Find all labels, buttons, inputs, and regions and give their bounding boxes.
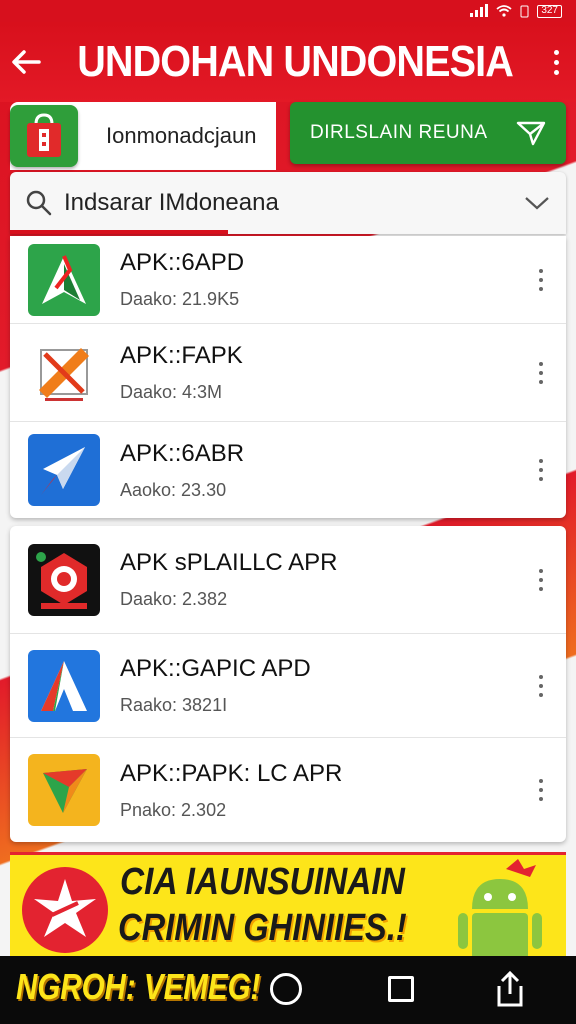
item-menu-button[interactable] [516, 674, 566, 697]
android-robot-icon [458, 859, 542, 956]
app-name: APK::FAPK [120, 342, 243, 369]
list-item[interactable]: APK::6ABR Aaoko: 23.30 [10, 422, 566, 518]
tab-download[interactable]: DIRLSLAIN REUNA [290, 102, 566, 164]
page-title: UNDOHAN UNDONESIA [76, 37, 514, 86]
app-meta: Aaoko: 23.30 [120, 479, 227, 500]
more-vert-icon [539, 779, 543, 801]
list-item[interactable]: APK::GAPIC APD Raako: 3821I [10, 634, 566, 738]
app-name: APK::6APD [120, 249, 245, 276]
share-icon[interactable] [494, 970, 526, 1008]
app-name: APK::GAPIC APD [120, 655, 311, 682]
more-vert-icon [553, 49, 559, 75]
more-vert-icon [539, 459, 543, 481]
search-underline [10, 230, 228, 234]
more-vert-icon [539, 268, 543, 291]
app-name: APK::6ABR [120, 439, 245, 467]
chevron-down-icon[interactable] [524, 195, 550, 211]
orange-pencil-icon [28, 336, 100, 409]
more-vert-icon [539, 674, 543, 697]
overflow-menu-button[interactable] [537, 22, 576, 102]
tab-store-label: Ionmonadcjaun [106, 123, 257, 148]
search-input[interactable]: Indsarar IMdoneana [64, 189, 524, 217]
promo-banner[interactable]: CIA IAUNSUINAIN CRIMIN GHINIIES.! [10, 852, 566, 956]
item-menu-button[interactable] [516, 361, 566, 384]
banner-subheadline: CRIMIN GHINIIES.! [118, 907, 407, 949]
list-item[interactable]: APK sPLAILLC APR Daako: 2.382 [10, 526, 566, 634]
more-vert-icon [539, 568, 543, 591]
navbar-promo-text: NGROH: VEMEG! [16, 966, 261, 1007]
home-button[interactable] [270, 973, 302, 1005]
app-meta: Daako: 21.9K5 [120, 289, 240, 309]
app-meta: Raako: 3821I [120, 695, 228, 715]
yellow-play-icon [28, 754, 100, 826]
item-menu-button[interactable] [516, 268, 566, 291]
status-bar: 327 [0, 0, 576, 22]
blue-a-icon [28, 649, 100, 722]
item-menu-button[interactable] [516, 779, 566, 801]
tab-bar: Ionmonadcjaun DIRLSLAIN REUNA [0, 102, 576, 170]
red-shield-icon [28, 543, 100, 616]
app-meta: Pnako: 2.302 [120, 799, 227, 820]
starburst-icon [22, 867, 108, 953]
wifi-icon [496, 5, 512, 17]
app-list-card: APK::6APD Daako: 21.9K5 APK::FAPK Daako:… [10, 236, 566, 518]
send-icon [516, 121, 546, 146]
sim-icon [520, 5, 529, 17]
back-arrow-icon [12, 50, 41, 74]
system-nav-bar: NGROH: VEMEG! [0, 956, 576, 1024]
list-item[interactable]: APK::6APD Daako: 21.9K5 [10, 236, 566, 324]
app-meta: Daako: 2.382 [120, 589, 228, 609]
app-list-card: APK sPLAILLC APR Daako: 2.382 APK::GAPIC… [10, 526, 566, 842]
list-item[interactable]: APK::PAPK: LC APR Pnako: 2.302 [10, 738, 566, 842]
item-menu-button[interactable] [516, 459, 566, 481]
battery-indicator: 327 [537, 4, 562, 18]
shop-bag-icon [10, 105, 78, 167]
search-icon [26, 190, 52, 216]
signal-icon [470, 4, 489, 17]
item-menu-button[interactable] [516, 568, 566, 591]
more-vert-icon [539, 361, 543, 384]
tab-store[interactable]: Ionmonadcjaun [10, 102, 276, 170]
app-bar: UNDOHAN UNDONESIA [0, 22, 576, 102]
green-arrow-a-icon [28, 243, 100, 316]
app-meta: Daako: 4:3M [120, 382, 223, 402]
back-button[interactable] [0, 22, 53, 102]
recents-button[interactable] [388, 976, 414, 1002]
search-bar[interactable]: Indsarar IMdoneana [10, 172, 566, 234]
banner-headline: CIA IAUNSUINAIN [120, 861, 405, 903]
app-name: APK sPLAILLC APR [120, 549, 338, 576]
tab-download-label: DIRLSLAIN REUNA [310, 122, 488, 143]
app-name: APK::PAPK: LC APR [120, 759, 343, 787]
list-item[interactable]: APK::FAPK Daako: 4:3M [10, 324, 566, 422]
blue-rocket-icon [28, 434, 100, 506]
